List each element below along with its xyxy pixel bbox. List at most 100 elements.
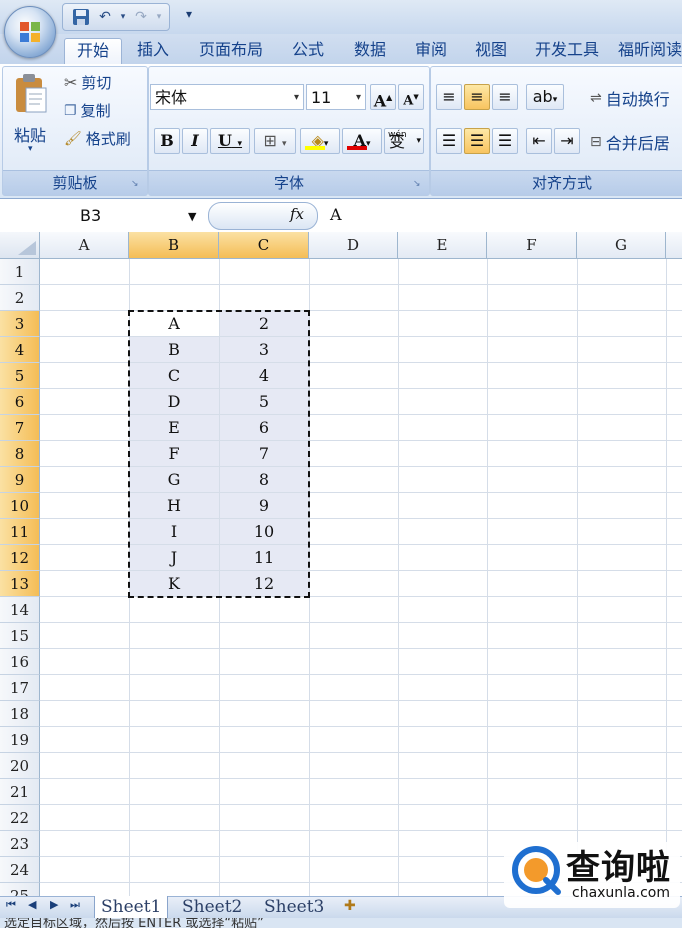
row-header-3[interactable]: 3 xyxy=(0,311,40,337)
row-header-20[interactable]: 20 xyxy=(0,753,40,779)
office-button[interactable] xyxy=(4,6,56,58)
row-header-25[interactable]: 25 xyxy=(0,883,40,896)
row-header-10[interactable]: 10 xyxy=(0,493,40,519)
font-color-button[interactable]: A▾ xyxy=(342,128,382,154)
row-header-17[interactable]: 17 xyxy=(0,675,40,701)
wrap-text-label: 自动换行 xyxy=(605,90,670,109)
tab-review[interactable]: 审阅 xyxy=(406,38,456,64)
row-header-1[interactable]: 1 xyxy=(0,259,40,285)
tab-formulas[interactable]: 公式 xyxy=(282,38,334,64)
row-header-7[interactable]: 7 xyxy=(0,415,40,441)
tab-insert[interactable]: 插入 xyxy=(128,38,178,64)
save-icon[interactable] xyxy=(71,7,91,27)
tab-page-layout[interactable]: 页面布局 xyxy=(190,38,272,64)
orientation-icon: ab xyxy=(532,87,553,106)
row-header-15[interactable]: 15 xyxy=(0,623,40,649)
column-header-b[interactable]: B xyxy=(129,232,219,259)
chevron-down-icon[interactable]: ▼ xyxy=(188,210,196,223)
column-header-h[interactable] xyxy=(666,232,682,259)
row-header-11[interactable]: 11 xyxy=(0,519,40,545)
grid-line xyxy=(577,259,578,896)
borders-button[interactable]: ⊞ ▾ xyxy=(254,128,296,154)
chevron-down-icon: ▾ xyxy=(293,92,299,103)
fill-color-button[interactable]: ◈▾ xyxy=(300,128,340,154)
last-sheet-icon[interactable]: ⏭ xyxy=(70,898,80,912)
tab-foxit[interactable]: 福昕阅读 xyxy=(618,38,682,64)
sheet-tab-2[interactable]: Sheet2 xyxy=(176,896,248,918)
row-header-2[interactable]: 2 xyxy=(0,285,40,311)
dialog-launcher-icon[interactable]: ↘ xyxy=(131,179,141,189)
sheet-tab-3[interactable]: Sheet3 xyxy=(258,896,330,918)
watermark-logo-icon xyxy=(512,846,561,895)
next-sheet-icon[interactable]: ▶ xyxy=(50,898,58,911)
scissors-icon: ✂ xyxy=(64,73,78,92)
shrink-font-icon: A xyxy=(403,93,414,109)
select-all-button[interactable] xyxy=(0,232,40,259)
copy-button[interactable]: ❐ 复制 xyxy=(64,100,111,121)
merge-center-button[interactable]: ⊟ 合并后居 xyxy=(590,130,670,154)
align-middle-button[interactable]: ≡ xyxy=(464,84,490,110)
decrease-indent-button[interactable]: ⇤ xyxy=(526,128,552,154)
redo-dropdown-icon[interactable]: ▾ xyxy=(155,7,163,27)
format-painter-button[interactable]: 🖌 格式刷 xyxy=(64,128,131,149)
row-header-24[interactable]: 24 xyxy=(0,857,40,883)
row-header-12[interactable]: 12 xyxy=(0,545,40,571)
first-sheet-icon[interactable]: ⏮ xyxy=(6,898,16,912)
column-header-c[interactable]: C xyxy=(219,232,309,259)
increase-indent-button[interactable]: ⇥ xyxy=(554,128,580,154)
align-bottom-button[interactable]: ≡ xyxy=(492,84,518,110)
undo-dropdown-icon[interactable]: ▾ xyxy=(119,7,127,27)
column-header-g[interactable]: G xyxy=(577,232,666,259)
row-header-5[interactable]: 5 xyxy=(0,363,40,389)
name-box[interactable]: B3 xyxy=(2,203,202,229)
italic-button[interactable]: I xyxy=(182,128,208,154)
redo-icon[interactable]: ↷ xyxy=(131,7,151,27)
worksheet-grid[interactable]: A B C D E F G 1 2 3 4 5 6 7 8 9 10 11 12 13 14 15 16 17 18 19 20 21… xyxy=(0,232,682,896)
row-header-23[interactable]: 23 xyxy=(0,831,40,857)
insert-sheet-icon[interactable]: ✚ xyxy=(344,898,356,914)
align-top-button[interactable]: ≡ xyxy=(436,84,462,110)
row-header-18[interactable]: 18 xyxy=(0,701,40,727)
shrink-font-button[interactable]: A▼ xyxy=(398,84,424,110)
align-right-button[interactable]: ☰ xyxy=(492,128,518,154)
tab-home[interactable]: 开始 xyxy=(64,38,122,65)
row-header-16[interactable]: 16 xyxy=(0,649,40,675)
bold-button[interactable]: B xyxy=(154,128,180,154)
row-header-22[interactable]: 22 xyxy=(0,805,40,831)
paste-button[interactable]: 粘贴 ▾ xyxy=(10,72,56,162)
phonetic-button[interactable]: wén 变 ▾ xyxy=(384,128,424,154)
customize-qat-icon[interactable]: ▾ xyxy=(186,7,192,21)
underline-button[interactable]: U ▾ xyxy=(210,128,250,154)
font-size-box[interactable]: 11 ▾ xyxy=(306,84,366,110)
wrap-text-button[interactable]: ⇌ 自动换行 xyxy=(590,86,670,110)
tab-view[interactable]: 视图 xyxy=(466,38,516,64)
row-header-4[interactable]: 4 xyxy=(0,337,40,363)
row-header-14[interactable]: 14 xyxy=(0,597,40,623)
column-header-a[interactable]: A xyxy=(40,232,129,259)
align-left-button[interactable]: ☰ xyxy=(436,128,462,154)
paste-label: 粘贴 xyxy=(14,126,47,145)
grow-font-button[interactable]: A▲ xyxy=(370,84,396,110)
font-name-box[interactable]: 宋体 ▾ xyxy=(150,84,304,110)
row-header-8[interactable]: 8 xyxy=(0,441,40,467)
row-header-19[interactable]: 19 xyxy=(0,727,40,753)
row-header-6[interactable]: 6 xyxy=(0,389,40,415)
prev-sheet-icon[interactable]: ◀ xyxy=(28,898,36,911)
row-header-13[interactable]: 13 xyxy=(0,571,40,597)
undo-icon[interactable]: ↶ xyxy=(95,7,115,27)
tab-data[interactable]: 数据 xyxy=(344,38,396,64)
paste-dropdown-icon[interactable]: ▾ xyxy=(28,144,33,154)
column-header-d[interactable]: D xyxy=(309,232,398,259)
align-center-button[interactable]: ☰ xyxy=(464,128,490,154)
dialog-launcher-icon[interactable]: ↘ xyxy=(413,179,423,189)
orientation-button[interactable]: ab▾ xyxy=(526,84,564,110)
sheet-tab-1[interactable]: Sheet1 xyxy=(94,896,169,919)
column-header-f[interactable]: F xyxy=(487,232,577,259)
row-header-9[interactable]: 9 xyxy=(0,467,40,493)
insert-function-icon[interactable]: fx xyxy=(290,205,304,223)
row-header-21[interactable]: 21 xyxy=(0,779,40,805)
tab-developer[interactable]: 开发工具 xyxy=(526,38,608,64)
cut-button[interactable]: ✂ 剪切 xyxy=(64,72,111,93)
formula-input[interactable]: A xyxy=(330,205,342,224)
column-header-e[interactable]: E xyxy=(398,232,487,259)
